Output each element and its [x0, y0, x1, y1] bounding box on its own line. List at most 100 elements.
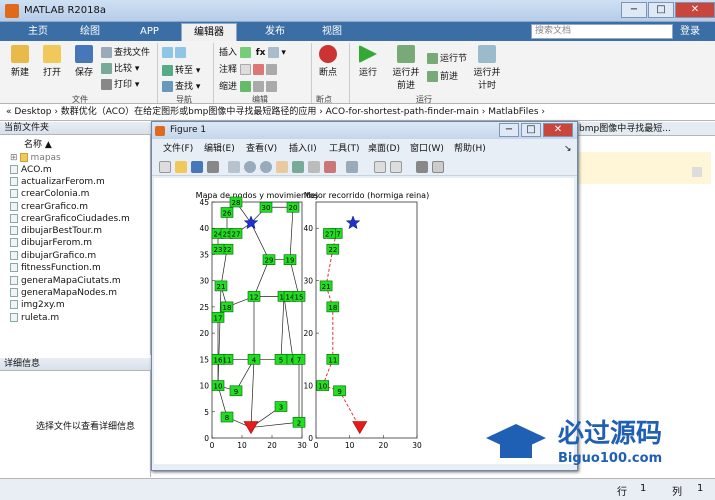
y-tick-label: 10 — [199, 382, 209, 391]
address-bar[interactable]: « Desktop › 数群优化（ACO）在给定图形或bmp图像中寻找最短路径的… — [0, 105, 715, 121]
back-forward-icons[interactable] — [162, 47, 188, 58]
new-figure-icon[interactable] — [159, 161, 171, 173]
scroll-indicator[interactable] — [692, 167, 702, 177]
figure-maximize-button[interactable]: □ — [521, 123, 541, 137]
tab-apps[interactable]: APP — [128, 23, 171, 41]
menu-insert[interactable]: 插入(I) — [289, 142, 317, 157]
login-link[interactable]: 登录 — [680, 23, 700, 41]
menu-window[interactable]: 窗口(W) — [410, 142, 444, 157]
menu-arrow-icon[interactable]: ↘ — [564, 142, 572, 157]
menu-desktop[interactable]: 桌面(D) — [368, 142, 400, 157]
tab-view[interactable]: 视图 — [310, 23, 354, 41]
file-item[interactable]: dibujarFerom.m — [10, 237, 92, 249]
path-node-label: 22 — [328, 246, 337, 254]
file-item[interactable]: ACO.m — [10, 164, 52, 176]
show-plot-tools-icon[interactable] — [432, 161, 444, 173]
data-cursor-icon[interactable] — [308, 161, 320, 173]
x-tick-label: 10 — [237, 441, 247, 450]
expand-icon: ⊞ — [10, 153, 18, 163]
indent-button[interactable]: 缩进 — [219, 79, 279, 92]
menu-help[interactable]: 帮助(H) — [454, 142, 486, 157]
legend-icon[interactable] — [390, 161, 402, 173]
rotate-icon[interactable] — [292, 161, 304, 173]
run-time-button[interactable]: 运行并 计时 — [470, 45, 504, 91]
close-button[interactable]: ✕ — [675, 2, 715, 18]
file-item[interactable]: fitnessFunction.m — [10, 262, 101, 274]
menu-tools[interactable]: 工具(T) — [329, 142, 360, 157]
tab-home[interactable]: 主页 — [16, 23, 60, 41]
x-tick-label: 10 — [345, 441, 355, 450]
folder-item[interactable]: ⊞ mapas — [10, 152, 61, 164]
path-node-label: 21 — [322, 283, 331, 291]
file-item[interactable]: generaMapaNodes.m — [10, 287, 117, 299]
menu-view[interactable]: 查看(V) — [246, 142, 277, 157]
file-item[interactable]: crearGraficoCiudades.m — [10, 213, 130, 225]
file-item[interactable]: generaMapaCiutats.m — [10, 275, 121, 287]
search-input[interactable]: 搜索文档 — [531, 24, 673, 39]
file-item[interactable]: crearGrafico.m — [10, 201, 88, 213]
file-item[interactable]: ruleta.m — [10, 312, 59, 324]
menu-file[interactable]: 文件(F) — [163, 142, 193, 157]
insert-button[interactable]: 插入 fx ▾ — [219, 45, 286, 58]
find-files-button[interactable]: 查找文件 — [101, 45, 150, 58]
advance-button[interactable]: 前进 — [427, 69, 458, 82]
open-button[interactable]: 打开 — [38, 45, 66, 78]
pan-icon[interactable] — [276, 161, 288, 173]
open-icon[interactable] — [175, 161, 187, 173]
tab-editor[interactable]: 编辑器 — [181, 23, 237, 41]
file-item[interactable]: actualizarFerom.m — [10, 176, 105, 188]
find-button[interactable]: 查找 ▾ — [162, 79, 200, 92]
file-item[interactable]: dibujarGrafico.m — [10, 250, 96, 262]
address-path: « Desktop › 数群优化（ACO）在给定图形或bmp图像中寻找最短路径的… — [6, 107, 545, 117]
file-item[interactable]: crearColonia.m — [10, 188, 89, 200]
window-title: MATLAB R2018a — [24, 5, 107, 16]
editor-tab-behind[interactable]: bmp图像中寻找最短... — [576, 122, 715, 136]
tab-publish[interactable]: 发布 — [253, 23, 297, 41]
zoom-in-icon[interactable] — [244, 161, 256, 173]
comment-icon — [239, 64, 251, 75]
figure-minimize-button[interactable]: − — [499, 123, 519, 137]
maximize-button[interactable]: □ — [648, 2, 674, 18]
file-item[interactable]: dibujarBestTour.m — [10, 225, 102, 237]
link-icon[interactable] — [346, 161, 358, 173]
minimize-button[interactable]: − — [621, 2, 647, 18]
save-icon[interactable] — [191, 161, 203, 173]
comment-button[interactable]: 注释 — [219, 62, 279, 75]
row-value: 1 — [640, 483, 647, 494]
run-section-button[interactable]: 运行节 — [427, 51, 467, 64]
graph-node-label: 15 — [295, 293, 304, 301]
figure-logo-icon — [155, 126, 165, 136]
m-file-icon — [10, 214, 18, 223]
path-node-label: 11 — [328, 356, 337, 364]
figure-close-button[interactable]: ✕ — [543, 123, 573, 137]
print-button[interactable]: 打印 ▾ — [101, 77, 139, 90]
print-icon[interactable] — [207, 161, 219, 173]
breakpoints-button[interactable]: 断点 — [314, 45, 342, 78]
compare-label: 比较 — [114, 64, 133, 74]
folder-icon — [43, 45, 61, 63]
name-column-header[interactable]: 名称 ▲ — [24, 137, 52, 150]
run-button[interactable]: 运行 — [354, 45, 382, 78]
tab-plots[interactable]: 绘图 — [68, 23, 112, 41]
pointer-icon[interactable] — [228, 161, 240, 173]
goto-button[interactable]: 转至 ▾ — [162, 63, 200, 76]
run-advance-button[interactable]: 运行并 前进 — [388, 45, 424, 91]
file-item[interactable]: img2xy.m — [10, 299, 65, 311]
watermark-cn: 必过源码 — [558, 419, 662, 449]
zoom-out-icon[interactable] — [260, 161, 272, 173]
run-time-label: 运行并 计时 — [473, 68, 501, 91]
hide-plot-tools-icon[interactable] — [416, 161, 428, 173]
y-tick-label: 35 — [199, 250, 209, 259]
search-icon — [162, 81, 173, 92]
graph-node-label: 19 — [286, 257, 295, 265]
new-button[interactable]: 新建 — [6, 45, 34, 78]
brush-icon[interactable] — [324, 161, 336, 173]
indent-icon — [239, 81, 251, 92]
save-button[interactable]: 保存 — [70, 45, 98, 78]
compare-button[interactable]: 比较 ▾ — [101, 61, 139, 74]
menu-edit[interactable]: 编辑(E) — [204, 142, 235, 157]
colorbar-icon[interactable] — [374, 161, 386, 173]
details-hint: 选择文件以查看详细信息 — [36, 422, 136, 432]
graph-node-label: 7 — [297, 356, 301, 364]
comment-label: 注释 — [219, 65, 238, 75]
